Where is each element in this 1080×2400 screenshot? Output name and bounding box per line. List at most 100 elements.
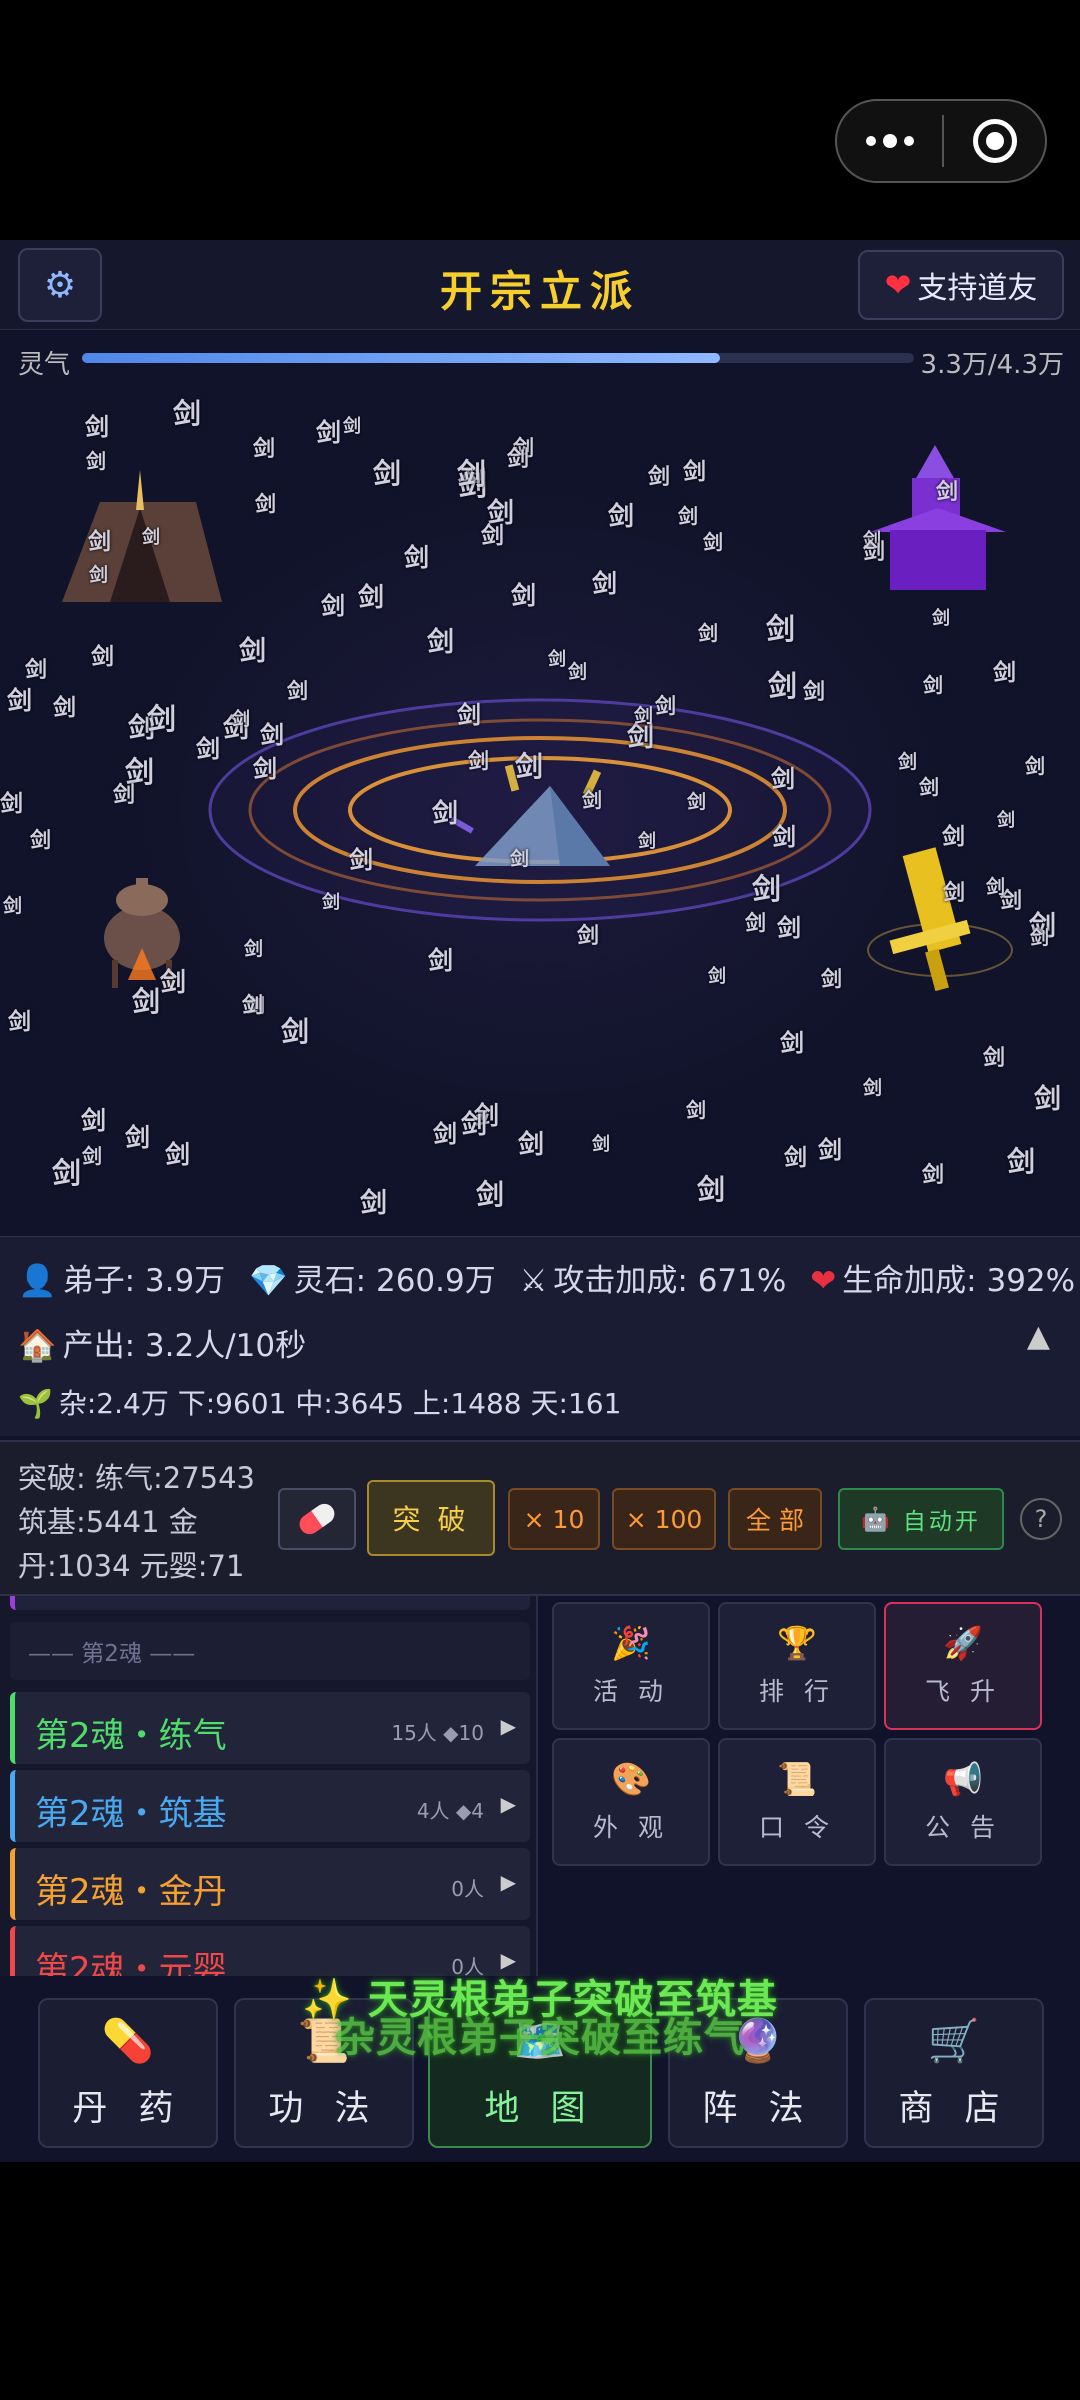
output-stat: 产出: 3.2人/10秒 [62, 1328, 307, 1364]
disciple-marker: 剑 [943, 881, 966, 906]
soul-group-header: —— 第2魂 —— [10, 1622, 530, 1680]
nav-label: 功 法 [268, 2088, 380, 2129]
swords-icon: ⚔ [519, 1263, 548, 1299]
disciple-marker: 剑 [281, 1015, 310, 1048]
attack-bonus-stat: 攻击加成: 671% [553, 1263, 787, 1299]
soul-row[interactable]: 第2魂・元婴 0人 ▶ [10, 1926, 530, 1976]
soul-row[interactable]: 第2魂・练气 15人 ◆10 ▶ [10, 1692, 530, 1764]
close-miniprogram-icon[interactable] [944, 119, 1045, 163]
breakthrough-line-3: 丹:1034 元婴:71 [18, 1549, 245, 1583]
soul-row-name: 第2魂・筑基 [35, 1794, 227, 1834]
breakthrough-line-1: 突破: 练气:27543 [18, 1461, 256, 1495]
disciple-marker: 剑 [253, 755, 277, 783]
all-button[interactable]: 全 部 [728, 1488, 822, 1550]
activity-tile[interactable]: 🎉 活 动 [552, 1602, 710, 1730]
disciple-marker: 剑 [427, 627, 454, 658]
disciple-marker: 剑 [777, 914, 801, 942]
qi-label: 灵气 [18, 350, 71, 380]
disciple-marker: 剑 [457, 701, 481, 729]
soul-row-name: 第2魂・金丹 [35, 1872, 227, 1912]
miniprogram-capsule [835, 99, 1047, 183]
sect-stats-panel: 👤 弟子: 3.9万 💎 灵石: 260.9万 ⚔ 攻击加成: 671% ❤ 生命加成:… [0, 1236, 1080, 1436]
disciple-marker: 剑 [428, 946, 454, 975]
play-arrow-icon: ▶ [500, 1714, 516, 1738]
soul-list[interactable]: —— 第2魂 —— 第2魂・练气 15人 ◆10 ▶ 第2魂・筑基 4人 ◆4 ▶ 第2魂・… [0, 1596, 538, 1976]
disciple-marker: 剑 [936, 480, 959, 505]
collapse-icon[interactable]: ▲ [1027, 1319, 1050, 1354]
disciple-marker: 剑 [404, 543, 430, 572]
soul-row[interactable]: 第2魂・筑基 4人 ◆4 ▶ [10, 1770, 530, 1842]
disciple-marker: 剑 [81, 1106, 107, 1135]
heart-icon: ❤ [884, 266, 912, 304]
appearance-tile[interactable]: 🎨 外 观 [552, 1738, 710, 1866]
disciple-marker: 剑 [52, 1156, 82, 1190]
auto-open-button[interactable]: 🤖 自动开 [838, 1488, 1004, 1550]
disciple-marker: 剑 [433, 1120, 457, 1148]
ranking-tile[interactable]: 🏆 排 行 [718, 1602, 876, 1730]
help-button[interactable]: ? [1020, 1498, 1062, 1540]
disciple-marker: 剑 [321, 592, 345, 620]
disciple-marker: 剑 [91, 644, 114, 670]
disciple-marker: 剑 [88, 529, 111, 555]
soul-row[interactable]: 第2魂・金丹 0人 ▶ [10, 1848, 530, 1920]
disciple-marker: 剑 [768, 669, 798, 703]
play-arrow-icon: ▶ [500, 1948, 516, 1972]
disciple-marker: 剑 [919, 775, 939, 799]
qi-progress-bar [82, 353, 914, 363]
auto-open-label: 自动开 [902, 1509, 981, 1535]
announcement-banner-1: ✨ 天灵根弟子突破至筑基 [302, 1977, 778, 2023]
soul-row-meta: 15人 ◆10 [391, 1721, 484, 1745]
breakthrough-button[interactable]: 突 破 [367, 1480, 495, 1556]
pill-icon [295, 1499, 339, 1539]
pill-button[interactable] [278, 1488, 356, 1550]
stats-line-3: 🌱 杂:2.4万 下:9601 中:3645 上:1488 天:161 [18, 1382, 621, 1422]
disciple-marker: 剑 [997, 810, 1015, 831]
times-10-button[interactable]: × 10 [508, 1488, 600, 1550]
disciple-marker: 剑 [255, 492, 276, 516]
root-distribution-stat: 杂:2.4万 下:9601 中:3645 上:1488 天:161 [58, 1387, 622, 1420]
disciple-marker: 剑 [260, 721, 284, 749]
disciple-marker: 剑 [476, 1178, 505, 1211]
support-button[interactable]: ❤ 支持道友 [858, 250, 1064, 320]
disciple-marker: 剑 [196, 735, 220, 763]
disciple-marker: 剑 [349, 846, 373, 874]
disciple-marker: 剑 [511, 581, 537, 610]
disciple-marker: 剑 [766, 612, 796, 646]
disciple-marker: 剑 [7, 686, 33, 715]
tile-icon: 🏆 [777, 1624, 817, 1662]
disciple-marker: 剑 [142, 527, 160, 548]
disciple-marker: 剑 [932, 608, 950, 629]
code-tile[interactable]: 📜 口 令 [718, 1738, 876, 1866]
disciple-marker: 剑 [634, 705, 654, 727]
qi-progress-fill [82, 353, 721, 363]
disciple-marker: 剑 [745, 911, 766, 935]
announcement-banner-2: 杂灵根弟子突破至练气 [335, 2015, 745, 2061]
person-icon: 👤 [18, 1263, 57, 1299]
disciple-marker: 剑 [160, 968, 187, 998]
tile-icon: 🚀 [943, 1624, 983, 1662]
disciple-marker: 剑 [165, 1140, 191, 1169]
breakthrough-line-2: 筑基:5441 金 [18, 1505, 198, 1539]
disciple-marker: 剑 [253, 437, 276, 462]
disciple-marker: 剑 [648, 465, 671, 490]
disciple-marker: 剑 [708, 966, 726, 987]
disciple-marker: 剑 [683, 459, 706, 485]
times-100-button[interactable]: × 100 [612, 1488, 716, 1550]
house-icon: 🏠 [18, 1328, 57, 1364]
disciple-marker: 剑 [8, 1009, 31, 1035]
disciple-marker: 剑 [82, 1144, 102, 1168]
disciple-marker: 剑 [1030, 927, 1050, 949]
disciple-marker: 剑 [993, 660, 1016, 686]
ascend-tile[interactable]: 🚀 飞 升 [884, 1602, 1042, 1730]
more-menu-icon[interactable] [837, 101, 942, 181]
tile-label: 活 动 [593, 1677, 669, 1706]
sect-map[interactable]: 剑剑剑剑剑剑剑剑剑剑剑剑剑剑剑剑剑剑剑剑剑剑剑剑剑剑剑剑剑剑剑剑剑剑剑剑剑剑剑剑… [0, 390, 1080, 1236]
sword-monument[interactable] [867, 847, 1013, 992]
disciple-marker: 剑 [780, 1029, 804, 1057]
spirit-stones-stat: 灵石: 260.9万 [293, 1263, 496, 1299]
disciple-marker: 剑 [132, 985, 161, 1018]
disciple-marker: 剑 [457, 457, 487, 491]
notice-tile[interactable]: 📢 公 告 [884, 1738, 1042, 1866]
pagoda-building[interactable] [870, 445, 1006, 590]
status-area [0, 0, 1080, 240]
